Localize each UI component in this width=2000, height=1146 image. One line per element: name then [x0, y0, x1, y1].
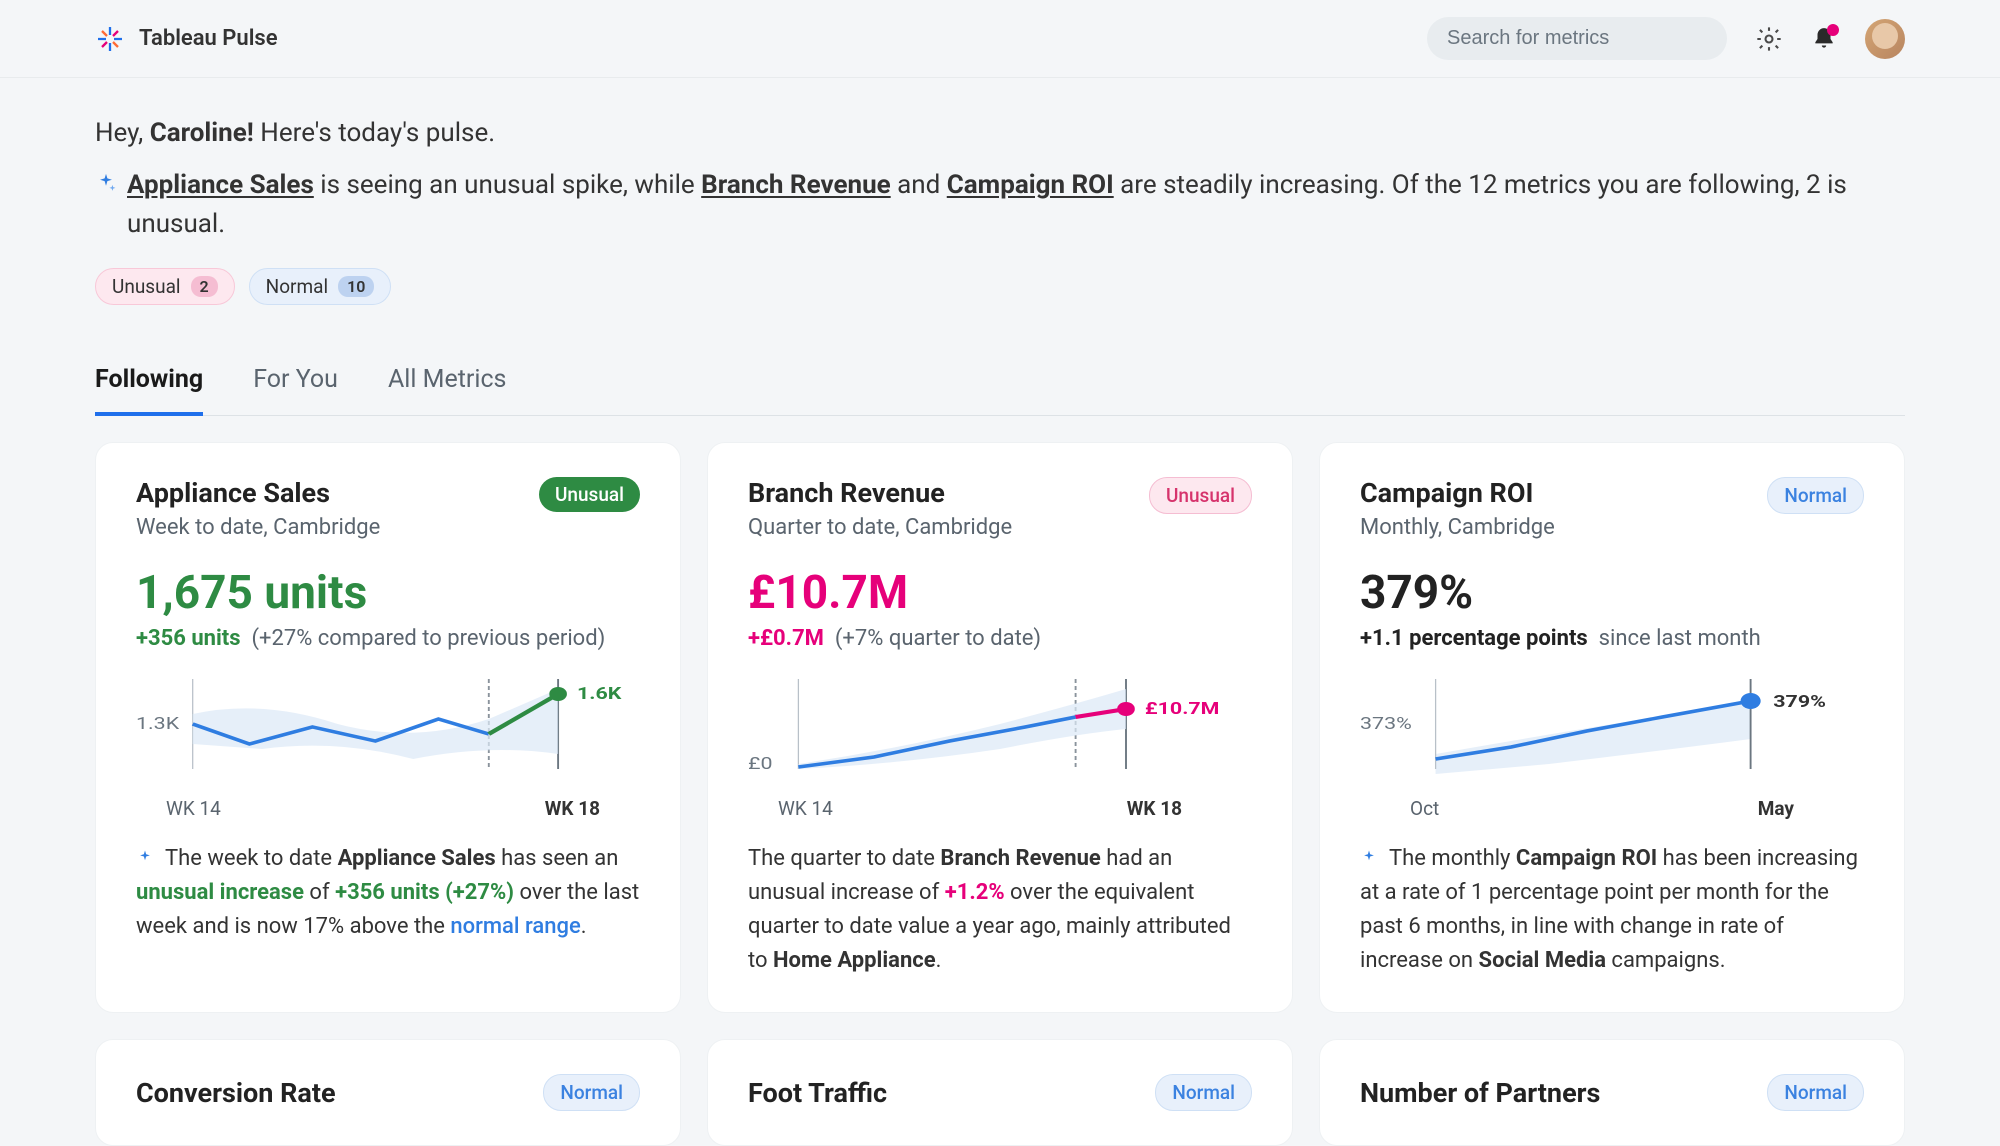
svg-text:1.3K: 1.3K	[136, 713, 180, 733]
sparkle-icon	[136, 849, 154, 867]
metric-value: 379%	[1360, 566, 1864, 620]
card-insight: The monthly Campaign ROI has been increa…	[1360, 842, 1864, 978]
brand-name: Tableau Pulse	[139, 26, 278, 51]
card-title: Conversion Rate	[136, 1077, 336, 1109]
brand[interactable]: Tableau Pulse	[95, 24, 278, 54]
tab-for-you[interactable]: For You	[253, 365, 338, 415]
chart-axis: WK 14 WK 18	[136, 789, 640, 820]
tab-all-metrics[interactable]: All Metrics	[388, 365, 506, 415]
tableau-logo-icon	[95, 24, 125, 54]
status-badge: Normal	[1767, 1074, 1864, 1111]
card-title: Foot Traffic	[748, 1077, 887, 1109]
sparkline-chart: 1.3K 1.6K	[136, 669, 640, 789]
avatar[interactable]	[1865, 19, 1905, 59]
svg-text:£0: £0	[748, 753, 772, 773]
card-insight: The week to date Appliance Sales has see…	[136, 842, 640, 944]
card-title: Campaign ROI	[1360, 477, 1555, 509]
chip-normal[interactable]: Normal 10	[249, 268, 392, 305]
insight-link-campaign[interactable]: Campaign ROI	[947, 170, 1114, 200]
greeting-prefix: Hey,	[95, 118, 150, 148]
gear-icon	[1755, 25, 1783, 53]
greeting-suffix: Here's today's pulse.	[254, 118, 495, 148]
settings-button[interactable]	[1755, 25, 1783, 53]
metric-delta: +£0.7M (+7% quarter to date)	[748, 626, 1252, 651]
card-number-of-partners[interactable]: Number of Partners Normal	[1319, 1039, 1905, 1146]
status-badge: Unusual	[539, 477, 640, 512]
topbar-actions	[1427, 17, 1905, 60]
metric-value: £10.7M	[748, 566, 1252, 620]
card-insight: The quarter to date Branch Revenue had a…	[748, 842, 1252, 978]
status-badge: Normal	[1767, 477, 1864, 514]
main-content: Hey, Caroline! Here's today's pulse. App…	[0, 78, 2000, 1146]
chip-normal-label: Normal	[266, 275, 328, 298]
sparkline-chart: £0 £10.7M	[748, 669, 1252, 789]
svg-text:1.6K: 1.6K	[577, 683, 622, 703]
chip-unusual-count: 2	[191, 276, 218, 297]
search-input[interactable]	[1427, 17, 1727, 60]
card-conversion-rate[interactable]: Conversion Rate Normal	[95, 1039, 681, 1146]
card-branch-revenue[interactable]: Branch Revenue Quarter to date, Cambridg…	[707, 442, 1293, 1013]
svg-text:£10.7M: £10.7M	[1145, 698, 1220, 718]
card-foot-traffic[interactable]: Foot Traffic Normal	[707, 1039, 1293, 1146]
metric-delta: +1.1 percentage points since last month	[1360, 626, 1864, 651]
greeting-name: Caroline!	[150, 118, 254, 148]
card-title: Number of Partners	[1360, 1077, 1600, 1109]
chip-unusual-label: Unusual	[112, 275, 181, 298]
card-campaign-roi[interactable]: Campaign ROI Monthly, Cambridge Normal 3…	[1319, 442, 1905, 1013]
metric-value: 1,675 units	[136, 566, 640, 620]
tabs: Following For You All Metrics	[95, 365, 1905, 416]
sparkle-icon	[95, 172, 117, 194]
card-subtitle: Monthly, Cambridge	[1360, 515, 1555, 540]
card-subtitle: Week to date, Cambridge	[136, 515, 380, 540]
insight-summary: Appliance Sales is seeing an unusual spi…	[95, 166, 1905, 244]
card-appliance-sales[interactable]: Appliance Sales Week to date, Cambridge …	[95, 442, 681, 1013]
status-badge: Normal	[1155, 1074, 1252, 1111]
card-title: Appliance Sales	[136, 477, 380, 509]
status-badge: Normal	[543, 1074, 640, 1111]
topbar: Tableau Pulse	[0, 0, 2000, 78]
chip-unusual[interactable]: Unusual 2	[95, 268, 235, 305]
notifications-button[interactable]	[1811, 26, 1837, 52]
status-badge: Unusual	[1149, 477, 1252, 514]
insight-link-appliance[interactable]: Appliance Sales	[127, 170, 314, 200]
sparkle-icon	[1360, 849, 1378, 867]
filter-chips: Unusual 2 Normal 10	[95, 268, 1905, 305]
chart-axis: WK 14 WK 18	[748, 789, 1252, 820]
metric-delta: +356 units (+27% compared to previous pe…	[136, 626, 640, 651]
card-subtitle: Quarter to date, Cambridge	[748, 515, 1012, 540]
insight-text: Appliance Sales is seeing an unusual spi…	[127, 166, 1905, 244]
insight-link-branch[interactable]: Branch Revenue	[701, 170, 891, 200]
svg-text:379%: 379%	[1773, 691, 1826, 711]
chip-normal-count: 10	[338, 276, 374, 297]
card-title: Branch Revenue	[748, 477, 1012, 509]
metric-cards: Appliance Sales Week to date, Cambridge …	[95, 442, 1905, 1146]
notification-dot-icon	[1827, 24, 1839, 36]
svg-text:373%: 373%	[1360, 713, 1412, 733]
tab-following[interactable]: Following	[95, 365, 203, 416]
sparkline-chart: 373% 379%	[1360, 669, 1864, 789]
greeting: Hey, Caroline! Here's today's pulse.	[95, 118, 1905, 148]
search-field[interactable]	[1447, 27, 1712, 50]
chart-axis: Oct May	[1360, 789, 1864, 820]
